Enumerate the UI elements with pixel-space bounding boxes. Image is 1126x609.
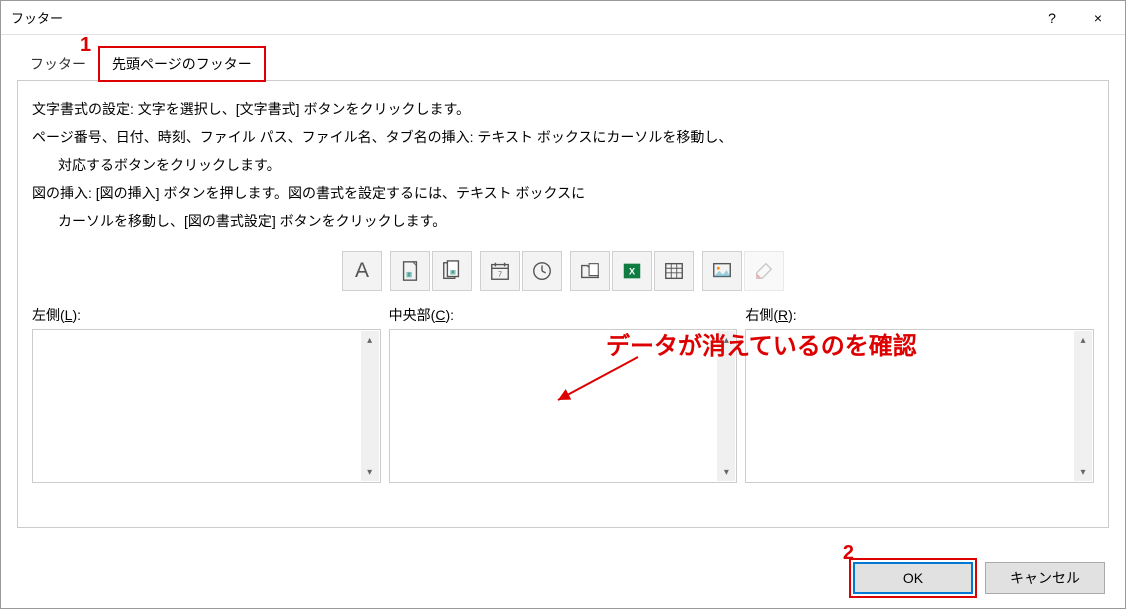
picture-icon	[711, 260, 733, 282]
excel-icon: X	[621, 260, 643, 282]
instruction-line: ページ番号、日付、時刻、ファイル パス、ファイル名、タブ名の挿入: テキスト ボ…	[32, 123, 1094, 151]
format-picture-icon	[753, 260, 775, 282]
date-icon: 7	[489, 260, 511, 282]
file-path-icon	[579, 260, 601, 282]
left-section-label: 左側(L):	[32, 305, 381, 325]
dialog-buttons: OK キャンセル	[853, 562, 1105, 594]
scroll-up-icon: ▴	[367, 331, 372, 349]
scroll-down-icon: ▾	[1081, 463, 1086, 481]
help-icon: ?	[1048, 10, 1056, 26]
text-format-icon: A	[355, 259, 369, 283]
close-button[interactable]: ×	[1075, 2, 1121, 34]
sheet-name-button[interactable]	[654, 251, 694, 291]
cancel-button[interactable]: キャンセル	[985, 562, 1105, 594]
page-number-icon: #	[399, 260, 421, 282]
instruction-line: カーソルを移動し、[図の書式設定] ボタンをクリックします。	[32, 207, 1094, 235]
page-total-button[interactable]: #	[432, 251, 472, 291]
date-button[interactable]: 7	[480, 251, 520, 291]
instruction-line: 図の挿入: [図の挿入] ボタンを押します。図の書式を設定するには、テキスト ボ…	[32, 179, 1094, 207]
callout-1: 1	[80, 34, 91, 57]
left-section-input[interactable]: ▴ ▾	[32, 329, 381, 483]
page-total-icon: #	[441, 260, 463, 282]
window-title: フッター	[11, 8, 63, 27]
scroll-down-icon: ▾	[724, 463, 729, 481]
instruction-line: 対応するボタンをクリックします。	[32, 151, 1094, 179]
tab-panel: 文字書式の設定: 文字を選択し、[文字書式] ボタンをクリックします。 ページ番…	[17, 80, 1109, 528]
time-button[interactable]	[522, 251, 562, 291]
text-format-button[interactable]: A	[342, 251, 382, 291]
help-button[interactable]: ?	[1029, 2, 1075, 34]
time-icon	[531, 260, 553, 282]
tab-first-page-footer[interactable]: 先頭ページのフッター	[99, 47, 265, 81]
format-picture-button[interactable]	[744, 251, 784, 291]
tab-strip: フッター 先頭ページのフッター	[17, 47, 1109, 81]
callout-text: データが消えているのを確認	[606, 326, 917, 361]
file-name-button[interactable]: X	[612, 251, 652, 291]
file-path-button[interactable]	[570, 251, 610, 291]
titlebar-buttons: ? ×	[1029, 2, 1121, 34]
dialog-content: フッター 先頭ページのフッター 文字書式の設定: 文字を選択し、[文字書式] ボ…	[1, 35, 1125, 608]
right-section-label: 右側(R):	[745, 305, 1094, 325]
svg-text:7: 7	[498, 270, 502, 279]
page-number-button[interactable]: #	[390, 251, 430, 291]
section-labels: 左側(L): 中央部(C): 右側(R):	[32, 305, 1094, 325]
titlebar: フッター ? ×	[1, 1, 1125, 35]
instructions: 文字書式の設定: 文字を選択し、[文字書式] ボタンをクリックします。 ページ番…	[32, 95, 1094, 235]
close-icon: ×	[1094, 10, 1102, 26]
footer-dialog: フッター ? × フッター 先頭ページのフッター 文字書式の設定: 文字を選択し…	[0, 0, 1126, 609]
scrollbar[interactable]: ▴ ▾	[361, 331, 379, 481]
ok-button[interactable]: OK	[853, 562, 973, 594]
toolbar: A # # 7	[32, 251, 1094, 291]
scrollbar[interactable]: ▴ ▾	[1074, 331, 1092, 481]
scroll-down-icon: ▾	[367, 463, 372, 481]
instruction-line: 文字書式の設定: 文字を選択し、[文字書式] ボタンをクリックします。	[32, 95, 1094, 123]
callout-2: 2	[843, 542, 854, 565]
callout-arrow-icon	[550, 352, 650, 412]
center-section-label: 中央部(C):	[389, 305, 738, 325]
insert-picture-button[interactable]	[702, 251, 742, 291]
sheet-icon	[663, 260, 685, 282]
scroll-up-icon: ▴	[1081, 331, 1086, 349]
svg-text:X: X	[629, 267, 636, 277]
